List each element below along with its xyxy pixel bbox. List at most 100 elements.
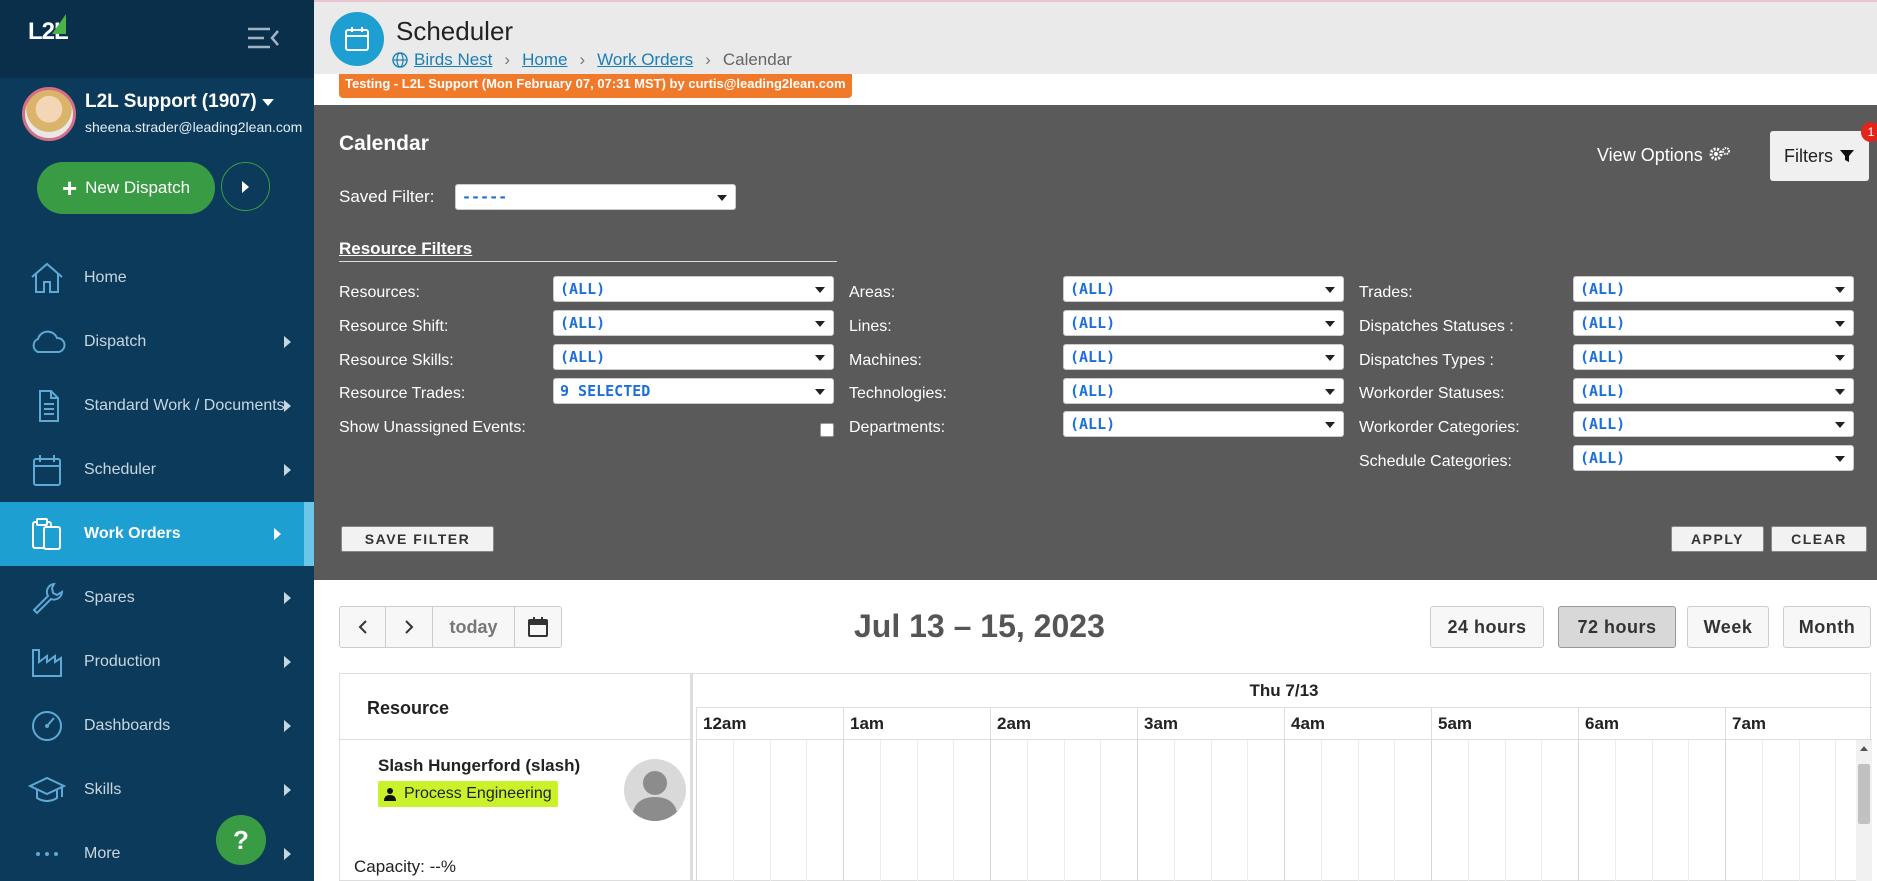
scheduler-app-icon — [330, 12, 384, 66]
collapse-menu-icon[interactable] — [246, 26, 280, 50]
user-email: sheena.strader@leading2lean.com — [85, 119, 303, 135]
new-dispatch-button[interactable]: + New Dispatch — [37, 162, 215, 214]
page-title: Scheduler — [396, 16, 514, 46]
breadcrumb-home-link[interactable]: Home — [522, 50, 567, 70]
timeline-gridline — [1394, 740, 1395, 881]
resource-trade-tag: Process Engineering — [378, 781, 558, 807]
resource-header-label: Resource — [367, 698, 450, 718]
timeline-gridline — [1652, 740, 1653, 881]
chevron-right-icon — [284, 464, 291, 476]
save-filter-button[interactable]: SAVE FILTER — [341, 526, 494, 552]
scrollbar-thumb[interactable] — [1858, 764, 1870, 824]
expand-dispatch-button[interactable] — [221, 162, 270, 211]
departments-select[interactable]: (ALL) — [1063, 411, 1344, 437]
l2l-logo[interactable]: L2L — [28, 14, 69, 46]
filters-label: Filters — [1784, 145, 1833, 166]
prev-button[interactable] — [340, 607, 386, 647]
view-72-hours-button[interactable]: 72 hours — [1558, 606, 1676, 648]
timeline-scrollbar[interactable] — [1856, 740, 1872, 881]
breadcrumb-current: Calendar — [722, 50, 792, 69]
dispatch-types-select[interactable]: (ALL) — [1573, 344, 1854, 370]
timeline-gridline — [843, 740, 844, 881]
resource-skills-select[interactable]: (ALL) — [553, 344, 834, 370]
sidebar-item-label: Home — [84, 269, 127, 286]
sidebar-item-scheduler[interactable]: Scheduler — [0, 438, 314, 502]
resource-trades-label: Resource Trades: — [339, 385, 466, 402]
page-header: Scheduler Birds Nest › Home › Work Order… — [314, 0, 1877, 74]
show-unassigned-checkbox[interactable] — [820, 423, 834, 437]
resources-label: Resources: — [339, 284, 420, 301]
next-button[interactable] — [386, 607, 433, 647]
clear-button[interactable]: CLEAR — [1771, 526, 1867, 552]
sidebar-item-home[interactable]: Home — [0, 246, 314, 310]
calendar-icon — [528, 617, 548, 637]
view-24-hours-button[interactable]: 24 hours — [1430, 606, 1544, 648]
saved-filter-select[interactable]: ----- — [455, 184, 736, 210]
breadcrumb: Birds Nest › Home › Work Orders › Calend… — [392, 50, 792, 70]
chevron-right-icon — [405, 620, 414, 634]
departments-label: Departments: — [849, 419, 946, 436]
sidebar-item-dashboards[interactable]: Dashboards — [0, 694, 314, 758]
sidebar-item-label: Work Orders — [84, 525, 181, 542]
timeline-gridline — [1174, 740, 1175, 881]
areas-label: Areas: — [849, 284, 896, 301]
timeline-body[interactable] — [696, 740, 1858, 881]
test-environment-banner: Testing - L2L Support (Mon February 07, … — [339, 74, 852, 98]
schedule-categories-select[interactable]: (ALL) — [1573, 445, 1854, 471]
breadcrumb-work-orders-link[interactable]: Work Orders — [597, 50, 693, 70]
areas-select[interactable]: (ALL) — [1063, 276, 1344, 302]
sidebar-item-work-orders[interactable]: Work Orders — [0, 502, 314, 566]
help-button[interactable]: ? — [216, 815, 266, 865]
timeline-gridline — [770, 740, 771, 881]
lines-select[interactable]: (ALL) — [1063, 310, 1344, 336]
view-options-button[interactable]: View Options — [1597, 145, 1732, 166]
dispatch-statuses-select[interactable]: (ALL) — [1573, 310, 1854, 336]
sidebar-item-label: Spares — [84, 589, 135, 606]
sidebar-item-dispatch[interactable]: Dispatch — [0, 310, 314, 374]
breadcrumb-site-link[interactable]: Birds Nest — [414, 50, 492, 70]
timeline-grid: Resource Slash Hungerford (slash) Proces… — [339, 673, 1872, 881]
sidebar-item-spares[interactable]: Spares — [0, 566, 314, 630]
view-week-button[interactable]: Week — [1687, 606, 1769, 648]
chevron-right-icon — [284, 656, 291, 668]
sidebar-item-label: Skills — [84, 781, 122, 798]
factory-icon — [32, 649, 62, 677]
technologies-select[interactable]: (ALL) — [1063, 378, 1344, 404]
calendar-range-title: Jul 13 – 15, 2023 — [854, 608, 1105, 644]
hour-label: 1am — [843, 708, 990, 740]
timeline-gridline — [1541, 740, 1542, 881]
sidebar-item-standard-work[interactable]: Standard Work / Documents — [0, 374, 314, 438]
resource-shift-select[interactable]: (ALL) — [553, 310, 834, 336]
user-caret-icon[interactable] — [262, 99, 274, 106]
workorder-statuses-select[interactable]: (ALL) — [1573, 378, 1854, 404]
plus-icon: + — [61, 173, 78, 203]
hour-label: 7am — [1725, 708, 1872, 740]
resource-trades-select[interactable]: 9 SELECTED — [553, 378, 834, 404]
sidebar-item-skills[interactable]: Skills — [0, 758, 314, 822]
timeline-gridline — [1505, 740, 1506, 881]
scroll-up-arrow-icon[interactable] — [1860, 746, 1868, 751]
hour-label: 2am — [990, 708, 1137, 740]
workorder-categories-select[interactable]: (ALL) — [1573, 411, 1854, 437]
view-month-button[interactable]: Month — [1783, 606, 1871, 648]
chevron-right-icon — [284, 400, 291, 412]
date-picker-button[interactable] — [515, 607, 561, 647]
sidebar-item-more[interactable]: More — [0, 822, 314, 881]
machines-select[interactable]: (ALL) — [1063, 344, 1344, 370]
dispatch-types-label: Dispatches Types : — [1359, 352, 1494, 369]
workorder-categories-label: Workorder Categories: — [1359, 419, 1520, 436]
filters-button[interactable]: Filters — [1770, 131, 1869, 181]
hour-label: 3am — [1137, 708, 1284, 740]
trades-select[interactable]: (ALL) — [1573, 276, 1854, 302]
sidebar-item-production[interactable]: Production — [0, 630, 314, 694]
apply-button[interactable]: APPLY — [1671, 526, 1764, 552]
sidebar-item-label: Standard Work / Documents — [84, 397, 285, 414]
chevron-right-icon — [284, 720, 291, 732]
document-icon — [39, 390, 59, 422]
resources-select[interactable]: (ALL) — [553, 276, 834, 302]
today-button[interactable]: today — [433, 607, 515, 647]
play-arrow-icon — [242, 180, 249, 193]
timeline-gridline — [1247, 740, 1248, 881]
clipboard-icon — [32, 518, 61, 550]
resource-column-header: Resource — [340, 674, 693, 740]
